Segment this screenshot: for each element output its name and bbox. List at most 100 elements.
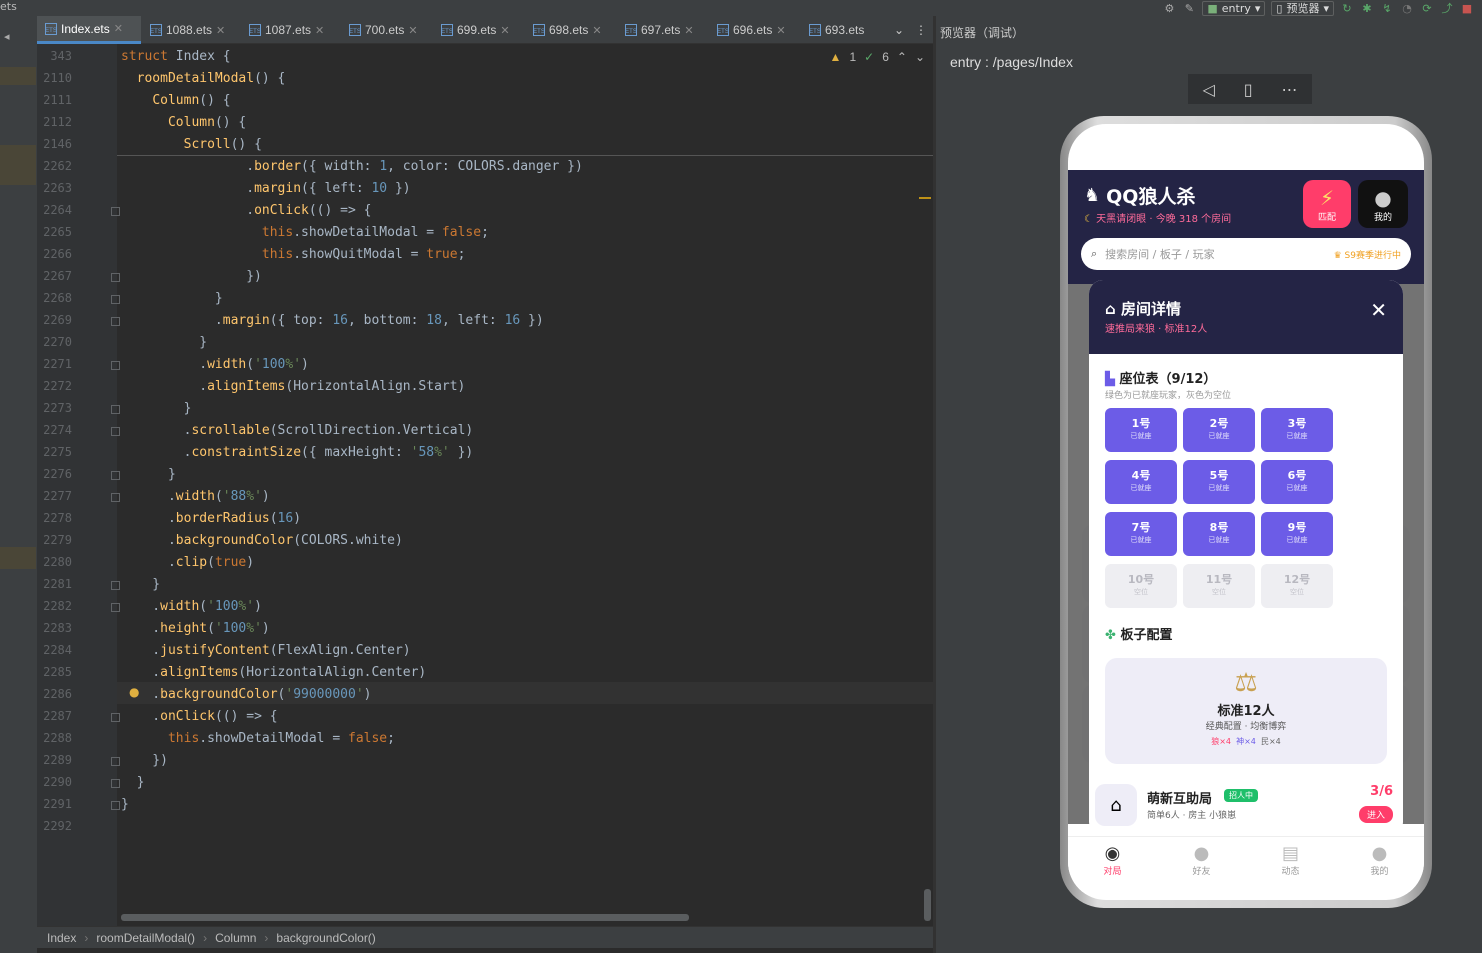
line-number: 2278: [43, 511, 72, 525]
tab-698-ets[interactable]: ETS 698.ets ✕: [527, 16, 615, 44]
close-icon[interactable]: ✕: [315, 24, 324, 37]
line-number: 2269: [43, 313, 72, 327]
fold-marker-icon[interactable]: [111, 295, 120, 304]
code-editor[interactable]: ▲ 1 ✓ 6 ⌃ ⌄ 343 struct Index {2110 roomDetai…: [37, 44, 933, 926]
close-icon[interactable]: ✕: [592, 24, 601, 37]
collapse-icon[interactable]: ◂: [4, 30, 10, 43]
attach-icon[interactable]: ↯: [1380, 1, 1394, 15]
close-icon[interactable]: ✕: [216, 24, 225, 37]
tab-1088-ets[interactable]: ETS 1088.ets ✕: [144, 16, 240, 44]
vertical-scrollbar[interactable]: [924, 889, 931, 921]
close-icon[interactable]: ✕: [776, 24, 785, 37]
close-icon[interactable]: ✕: [1370, 298, 1387, 322]
fold-marker-icon[interactable]: [111, 493, 120, 502]
code-line: }: [121, 335, 208, 350]
device-icon: ▯: [1276, 1, 1283, 15]
match-button[interactable]: ⚡ 匹配: [1303, 180, 1351, 228]
next-highlight-icon[interactable]: ⌄: [915, 50, 925, 64]
search-input[interactable]: ⌕ 搜索房间 / 板子 / 玩家 ♛ S9赛季进行中: [1081, 238, 1411, 270]
pin-icon[interactable]: ✎: [1182, 1, 1196, 15]
fold-marker-icon[interactable]: [111, 713, 120, 722]
board-card[interactable]: ⚖ 标准12人 经典配置 · 均衡博弈 狼×4 神×4 民×4: [1105, 658, 1387, 764]
seat-button[interactable]: 6号 已就座: [1261, 460, 1333, 504]
stop-icon[interactable]: ■: [1460, 1, 1474, 15]
previewer-dropdown[interactable]: ▯ 预览器 ▾: [1271, 0, 1334, 16]
breadcrumb-item[interactable]: Index: [47, 931, 76, 945]
breadcrumb-item[interactable]: Column: [215, 931, 256, 945]
fold-marker-icon[interactable]: [111, 427, 120, 436]
tab-1087-ets[interactable]: ETS 1087.ets ✕: [243, 16, 339, 44]
inspection-widget[interactable]: ▲ 1 ✓ 6 ⌃ ⌄: [830, 50, 925, 64]
fold-marker-icon[interactable]: [111, 603, 120, 612]
tab-697-ets[interactable]: ETS 697.ets ✕: [619, 16, 707, 44]
tab-friends[interactable]: ● 好友: [1192, 843, 1210, 892]
line-number: 2282: [43, 599, 72, 613]
back-icon[interactable]: ◁: [1202, 80, 1214, 99]
fold-marker-icon[interactable]: [111, 317, 120, 326]
fold-marker-icon[interactable]: [111, 801, 120, 810]
previewer-title: 预览器（调试）: [940, 26, 1025, 40]
hot-reload-icon[interactable]: ⤴: [1440, 1, 1454, 15]
season-badge-text: S9赛季进行中: [1344, 250, 1401, 261]
more-icon[interactable]: ⋯: [1282, 80, 1298, 99]
tab-battle[interactable]: ◉ 对局: [1103, 843, 1121, 892]
phone-frame: ♞ QQ狼人杀 ☾ 天黑请闭眼 · 今晚 318 个房间 ⚡ 匹配 ● 我的 ⌕ 搜索房…: [1060, 116, 1432, 908]
line-number: 343: [50, 49, 72, 63]
line-number: 2281: [43, 577, 72, 591]
fold-marker-icon[interactable]: [111, 581, 120, 590]
seat-status: 已就座: [1286, 432, 1308, 440]
intention-bulb-icon[interactable]: ●: [129, 685, 139, 699]
tab-696-ets[interactable]: ETS 696.ets ✕: [711, 16, 799, 44]
friends-icon: ●: [1193, 843, 1210, 864]
tab-700-ets[interactable]: ETS 700.ets ✕: [343, 16, 431, 44]
warning-stripe-marker[interactable]: [919, 197, 931, 199]
seat-button[interactable]: 5号 已就座: [1183, 460, 1255, 504]
room-card[interactable]: ⌂ 萌新互助局 招人中 简单6人 · 房主 小狼崽 3/6 进入: [1089, 778, 1403, 832]
seat-button[interactable]: 9号 已就座: [1261, 512, 1333, 556]
fold-marker-icon[interactable]: [111, 471, 120, 480]
tab-693-ets[interactable]: ETS 693.ets: [803, 16, 889, 44]
breadcrumb-item[interactable]: backgroundColor(): [276, 931, 375, 945]
seat-button[interactable]: 7号 已就座: [1105, 512, 1177, 556]
tab-list-dropdown[interactable]: ⌄: [889, 16, 909, 44]
fold-marker-icon[interactable]: [111, 361, 120, 370]
fold-marker-icon[interactable]: [111, 757, 120, 766]
enter-room-button[interactable]: 进入: [1358, 806, 1393, 823]
fold-marker-icon[interactable]: [111, 207, 120, 216]
seat-status: 已就座: [1130, 484, 1152, 492]
seat-button[interactable]: 10号 空位: [1105, 564, 1177, 608]
prev-highlight-icon[interactable]: ⌃: [897, 50, 907, 64]
reload-icon[interactable]: ⟳: [1420, 1, 1434, 15]
close-icon[interactable]: ✕: [114, 22, 123, 35]
tab-feed[interactable]: ▤ 动态: [1281, 843, 1299, 892]
close-icon[interactable]: ✕: [500, 24, 509, 37]
fold-marker-icon[interactable]: [111, 273, 120, 282]
seat-button[interactable]: 1号 已就座: [1105, 408, 1177, 452]
seat-button[interactable]: 12号 空位: [1261, 564, 1333, 608]
more-tabs-button[interactable]: ⋮: [913, 16, 929, 44]
run-config-dropdown[interactable]: ■ entry ▾: [1202, 0, 1266, 16]
line-number: 2264: [43, 203, 72, 217]
code-line: Column() {: [167, 115, 247, 130]
tab-699-ets[interactable]: ETS 699.ets ✕: [435, 16, 523, 44]
seat-button[interactable]: 2号 已就座: [1183, 408, 1255, 452]
close-icon[interactable]: ✕: [684, 24, 693, 37]
seat-button[interactable]: 3号 已就座: [1261, 408, 1333, 452]
me-button[interactable]: ● 我的: [1358, 180, 1408, 228]
close-icon[interactable]: ✕: [408, 24, 417, 37]
seat-button[interactable]: 11号 空位: [1183, 564, 1255, 608]
breadcrumb-item[interactable]: roomDetailModal(): [96, 931, 195, 945]
seat-button[interactable]: 4号 已就座: [1105, 460, 1177, 504]
profile-icon[interactable]: ◔: [1400, 1, 1414, 15]
tab-index-ets[interactable]: ETS Index.ets ✕: [37, 16, 141, 44]
debug-icon[interactable]: ✱: [1360, 1, 1374, 15]
settings-icon[interactable]: ⚙: [1162, 1, 1176, 15]
fold-marker-icon[interactable]: [111, 405, 120, 414]
seat-button[interactable]: 8号 已就座: [1183, 512, 1255, 556]
horizontal-scrollbar[interactable]: [121, 914, 689, 921]
fold-marker-icon[interactable]: [111, 779, 120, 788]
run-icon[interactable]: ↻: [1340, 1, 1354, 15]
rotate-icon[interactable]: ▯: [1244, 80, 1253, 99]
tab-profile[interactable]: ● 我的: [1370, 843, 1388, 892]
line-number: 2285: [43, 665, 72, 679]
